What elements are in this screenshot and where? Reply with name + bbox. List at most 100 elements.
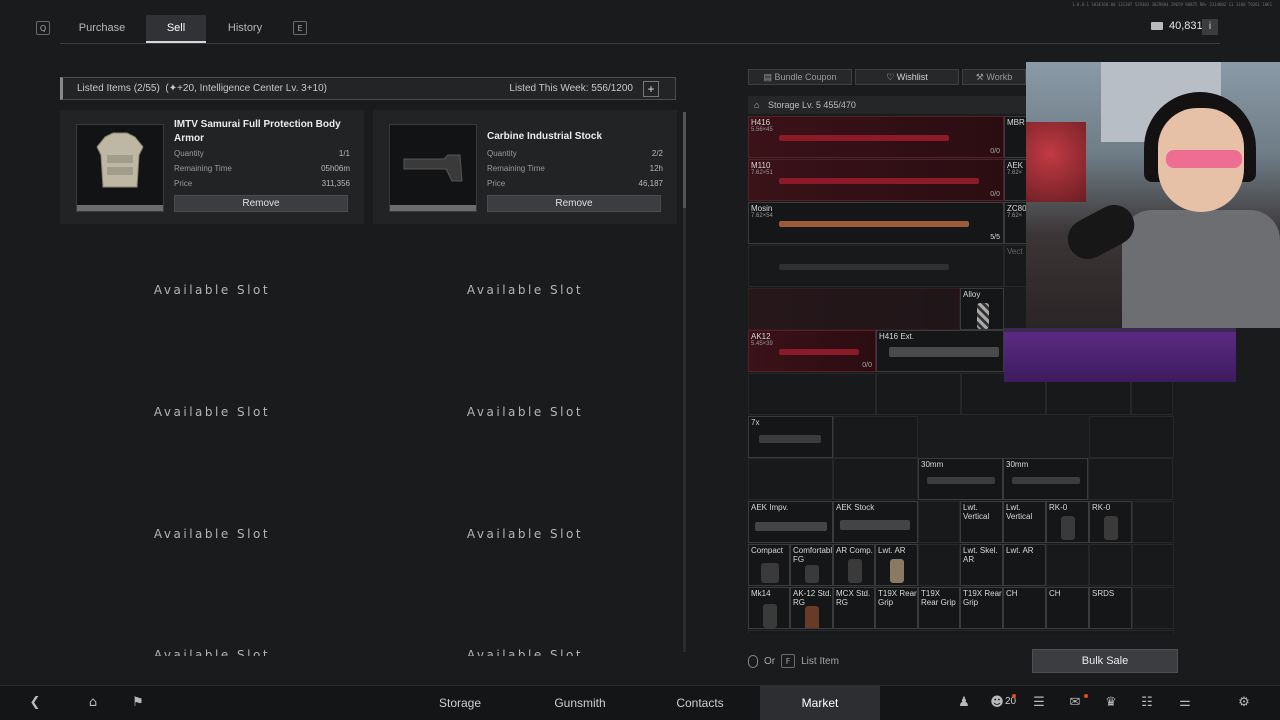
grid-item-srds[interactable]: SRDS — [1089, 587, 1132, 629]
grid-item-dim[interactable] — [833, 416, 918, 458]
bulk-sale-button[interactable]: Bulk Sale — [1032, 649, 1178, 673]
grid-item-mk14[interactable]: Mk14 — [748, 587, 790, 629]
grid-item-dim[interactable] — [1088, 458, 1173, 500]
grid-item-comfortable-fg[interactable]: Comfortable FG — [790, 544, 833, 586]
back-icon[interactable]: ❮ — [26, 694, 44, 712]
grid-item-ak12-std-rg[interactable]: AK-12 Std. RG — [790, 587, 833, 629]
grid-item-lwt-vertical[interactable]: Lwt. Vertical — [1003, 501, 1046, 543]
grid-item-ar-comp[interactable]: AR Comp. — [833, 544, 875, 586]
grid-item-dim[interactable] — [1132, 544, 1174, 586]
item-name: IMTV Samurai Full Protection Body Armor — [174, 119, 341, 144]
available-slot[interactable]: Available Slot — [375, 648, 675, 656]
grid-item-rifle[interactable] — [748, 245, 1004, 287]
grid-item-dim[interactable] — [1046, 544, 1089, 586]
listed-items-bar: Listed Items (2/55) (✦+20, Intelligence … — [60, 77, 676, 100]
grid-item-dim[interactable] — [1089, 544, 1132, 586]
grid-item-t19x-rear-grip[interactable]: T19X Rear Grip — [960, 587, 1003, 629]
grid-item-dim[interactable] — [918, 501, 960, 543]
grid-item-ak12[interactable]: AK12 5.45×39 0/0 — [748, 330, 876, 372]
nav-market[interactable]: Market — [760, 686, 880, 720]
workbench-button[interactable]: ⚒ Workb — [962, 69, 1026, 85]
info-button[interactable]: i — [1202, 19, 1218, 35]
grid-item-dim[interactable] — [748, 458, 833, 500]
listings-scrollbar[interactable] — [683, 112, 686, 652]
grid-item-dim[interactable] — [1132, 501, 1174, 543]
available-slot[interactable]: Available Slot — [62, 283, 362, 297]
bundle-coupon-button[interactable]: ▤ Bundle Coupon — [748, 69, 852, 85]
listed-this-week: Listed This Week: 556/1200 — [509, 83, 633, 94]
grid-item-t19x-rear-grip[interactable]: T19X Rear Grip — [918, 587, 960, 629]
key-q-hint: Q — [36, 21, 50, 35]
slot-clip: Available Slot Available Slot — [0, 648, 690, 656]
trophy-icon[interactable]: ♛ — [1102, 694, 1120, 712]
nav-storage[interactable]: Storage — [410, 686, 510, 720]
grid-item-compact[interactable]: Compact — [748, 544, 790, 586]
notification-dot — [1012, 694, 1016, 698]
remove-button[interactable]: Remove — [487, 195, 661, 212]
chat-icon[interactable]: ☰ — [1030, 694, 1048, 712]
grid-item-h416-ext[interactable]: H416 Ext. — [876, 330, 1004, 372]
grid-item-dim[interactable] — [1089, 416, 1174, 458]
grid-item-lwt-ar[interactable]: Lwt. AR — [875, 544, 918, 586]
available-slot[interactable]: Available Slot — [375, 283, 675, 297]
stock-icon — [403, 154, 463, 182]
heart-icon: ♡ — [886, 72, 897, 82]
grid-item-rk0[interactable]: RK-0 — [1046, 501, 1089, 543]
available-slot[interactable]: Available Slot — [375, 405, 675, 419]
listed-item-card: IMTV Samurai Full Protection Body Armor … — [60, 110, 364, 224]
key-e-hint: E — [293, 21, 307, 35]
list-item-hint: Or F List Item — [748, 654, 839, 668]
mouse-icon — [748, 654, 758, 668]
version-text: 1.0.0.1 103E160.08 131387 529303 3829884… — [1072, 2, 1272, 7]
grid-item-dim[interactable] — [833, 458, 918, 500]
grid-item-h416[interactable]: H416 5.56×45 0/0 — [748, 116, 1004, 158]
gear-icon[interactable]: ⚙ — [1235, 694, 1253, 712]
grid-item-disabled[interactable] — [748, 288, 960, 330]
grid-item-mosin[interactable]: Mosin 7.62×54 5/5 — [748, 202, 1004, 244]
home-icon[interactable]: ⌂ — [84, 694, 102, 712]
remove-button[interactable]: Remove — [174, 195, 348, 212]
grid-row-partial[interactable] — [748, 630, 1174, 634]
tab-history[interactable]: History — [214, 15, 276, 43]
grid-item-rk0[interactable]: RK-0 — [1089, 501, 1132, 543]
menu-icon[interactable]: ⚌ — [1176, 694, 1194, 712]
available-slot[interactable]: Available Slot — [375, 527, 675, 541]
grid-item-aek-impv[interactable]: AEK Impv. — [748, 501, 833, 543]
nav-contacts[interactable]: Contacts — [650, 686, 750, 720]
clipboard-icon[interactable]: ☷ — [1138, 694, 1156, 712]
grid-item-t19x-rear-grip[interactable]: T19X Rear Grip — [875, 587, 918, 629]
listing-bonus: (✦+20, Intelligence Center Lv. 3+10) — [165, 83, 327, 94]
grid-item-aek-stock[interactable]: AEK Stock — [833, 501, 918, 543]
grid-item-lwt-skel-ar[interactable]: Lwt. Skel. AR — [960, 544, 1003, 586]
available-slot[interactable]: Available Slot — [62, 648, 362, 656]
grid-item-30mm-scope[interactable]: 30mm — [1003, 458, 1088, 500]
wishlist-button[interactable]: ♡ Wishlist — [855, 69, 959, 85]
friends-icon[interactable]: ☻ — [988, 694, 1006, 712]
grid-item-dim[interactable] — [1132, 587, 1174, 629]
flag-icon[interactable]: ⚑ — [129, 694, 147, 712]
grid-item-ch[interactable]: CH — [1003, 587, 1046, 629]
tab-sell[interactable]: Sell — [146, 15, 206, 43]
grid-item-ch[interactable]: CH — [1046, 587, 1089, 629]
tab-purchase[interactable]: Purchase — [66, 15, 138, 43]
coupon-icon: ▤ — [763, 72, 775, 82]
available-slot[interactable]: Available Slot — [62, 527, 362, 541]
grid-item-dim[interactable] — [748, 373, 876, 415]
nav-gunsmith[interactable]: Gunsmith — [530, 686, 630, 720]
grid-item-7x-scope[interactable]: 7x — [748, 416, 833, 458]
grid-item-lwt-vertical[interactable]: Lwt. Vertical — [960, 501, 1003, 543]
add-listing-button[interactable]: + — [643, 81, 659, 97]
listed-item-card: Carbine Industrial Stock Quantity 2/2 Rem… — [373, 110, 677, 224]
grid-item-mcx-std-rg[interactable]: MCX Std. RG — [833, 587, 875, 629]
item-thumbnail — [389, 124, 477, 212]
grid-item-30mm-scope[interactable]: 30mm — [918, 458, 1003, 500]
grid-item-m110[interactable]: M110 7.62×51 0/0 — [748, 159, 1004, 201]
available-slot[interactable]: Available Slot — [62, 405, 362, 419]
grid-item-alloy[interactable]: Alloy — [960, 288, 1004, 330]
grid-item-lwt-ar[interactable]: Lwt. AR — [1003, 544, 1046, 586]
grid-item-dim[interactable] — [876, 373, 961, 415]
grid-item-dim[interactable] — [918, 544, 960, 586]
key-f-hint: F — [781, 654, 796, 668]
team-icon[interactable]: ♟ — [955, 694, 973, 712]
mail-icon[interactable]: ✉ — [1066, 694, 1084, 712]
